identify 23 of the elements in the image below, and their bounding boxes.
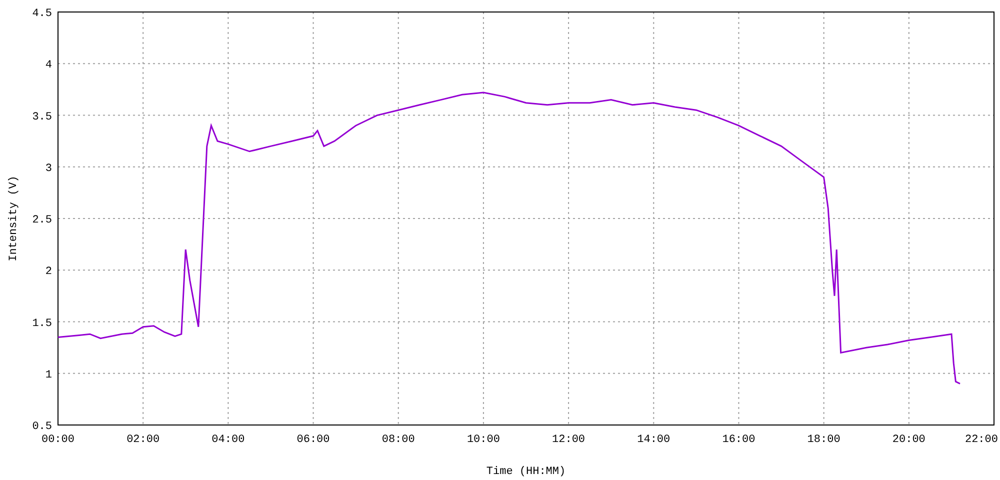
y-tick-label: 3.5 (32, 111, 52, 124)
x-axis-title: Time (HH:MM) (486, 466, 566, 478)
y-tick-label: 1 (45, 369, 52, 382)
y-tick-label: 2 (45, 266, 52, 278)
x-tick-label: 12:00 (552, 434, 586, 446)
x-tick-label: 04:00 (212, 434, 245, 446)
x-tick-label: 16:00 (722, 434, 756, 446)
y-tick-label: 4 (45, 60, 52, 72)
x-tick-label: 22:00 (964, 434, 998, 446)
x-tick-label: 14:00 (637, 434, 670, 446)
x-tick-label: 18:00 (807, 434, 840, 446)
x-tick-label: 20:00 (892, 434, 926, 446)
y-axis-title: Intensity (V) (8, 176, 20, 262)
y-tick-label: 2.5 (32, 214, 52, 226)
x-tick-label: 02:00 (126, 434, 160, 446)
y-tick-label: 3 (45, 162, 52, 175)
y-tick-label: 4.5 (32, 8, 52, 20)
x-tick-label: 06:00 (296, 434, 330, 446)
y-tick-label: 1.5 (32, 318, 52, 330)
x-tick-label: 00:00 (42, 434, 74, 446)
y-tick-label: 0.5 (32, 421, 52, 433)
x-tick-label: 08:00 (382, 434, 415, 446)
x-tick-label: 10:00 (466, 434, 500, 446)
